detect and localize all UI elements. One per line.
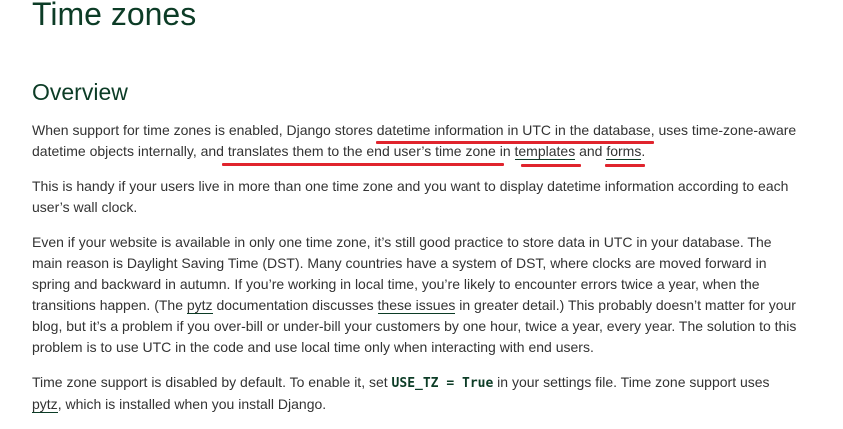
section-title: Overview bbox=[32, 79, 128, 105]
use-tz-code: USE_TZ = True bbox=[391, 376, 494, 391]
annotation-underline-database bbox=[376, 141, 654, 144]
paragraph-enable: Time zone support is disabled by default… bbox=[32, 372, 802, 415]
annotation-underline-templates bbox=[521, 164, 581, 167]
p1-highlight-database: datetime information in UTC in the datab… bbox=[376, 122, 651, 138]
pytz-link-2[interactable]: pytz bbox=[32, 396, 58, 413]
page-title: Time zones bbox=[32, 0, 197, 32]
pytz-link[interactable]: pytz bbox=[186, 297, 213, 314]
templates-link[interactable]: templates bbox=[514, 143, 576, 160]
p1-text-5: and bbox=[575, 143, 607, 159]
p1-text-1: When support for time zones is enabled, … bbox=[32, 122, 377, 138]
these-issues-link[interactable]: these issues bbox=[377, 297, 456, 314]
p3-text-2: documentation discusses bbox=[212, 297, 378, 313]
paragraph-dst: Even if your website is available in onl… bbox=[32, 232, 802, 358]
annotation-underline-forms bbox=[605, 164, 645, 167]
p4-text-1: Time zone support is disabled by default… bbox=[32, 374, 392, 390]
p1-text-6: . bbox=[641, 143, 646, 159]
p4-text-3: , which is installed when you install Dj… bbox=[57, 396, 327, 412]
forms-link[interactable]: forms bbox=[606, 143, 642, 160]
p4-text-2: in your settings file. Time zone support… bbox=[493, 374, 770, 390]
annotation-underline-translates bbox=[222, 163, 504, 166]
paragraph-handy: This is handy if your users live in more… bbox=[32, 178, 789, 215]
p1-highlight-translates: translates them to the end user’s time z… bbox=[227, 143, 515, 159]
